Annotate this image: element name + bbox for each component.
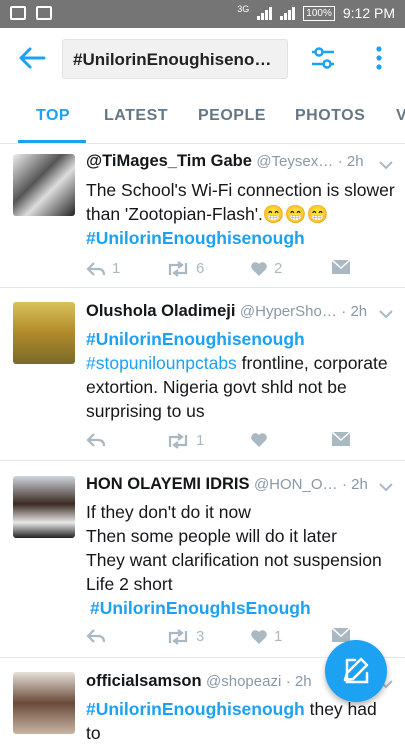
retweet-icon <box>168 432 188 449</box>
heart-icon <box>251 629 267 644</box>
tweet-line: Life 2 short <box>86 574 173 594</box>
author-handle[interactable]: @shopeazi <box>206 673 281 690</box>
tweet-line: Then some people will do it later <box>86 526 337 546</box>
tweet-actions: 3 1 <box>86 628 366 648</box>
image-notification-icon <box>36 6 52 20</box>
envelope-icon <box>332 260 350 274</box>
tweet-time: · 2h <box>341 476 368 493</box>
avatar[interactable] <box>13 302 75 364</box>
retweet-count: 3 <box>196 628 205 645</box>
retweet-button[interactable]: 6 <box>166 260 204 277</box>
tweet-time: · 2h <box>285 673 312 690</box>
like-count: 2 <box>274 260 283 277</box>
tweet-header: Olushola Oladimeji @HyperSho… · 2h <box>86 302 386 321</box>
reply-icon <box>86 629 106 643</box>
clock: 9:12 PM <box>342 5 395 21</box>
like-button[interactable] <box>250 432 274 448</box>
tweet-header: @TiMages_Tim Gabe @Teysex… · 2h <box>86 152 386 171</box>
tweet-body: The School's Wi-Fi connection is slower … <box>86 180 395 224</box>
app-bar: #UnilorinEnoughisenough <box>0 28 405 90</box>
signal-icon <box>257 6 273 20</box>
chevron-down-icon[interactable] <box>379 482 393 492</box>
tweet-time: · 2h <box>337 153 364 170</box>
avatar[interactable] <box>13 476 75 538</box>
reply-button[interactable] <box>86 628 112 644</box>
more-options-icon[interactable] <box>372 45 386 71</box>
tweet-line: If they don't do it now <box>86 502 251 522</box>
envelope-icon <box>332 432 350 446</box>
tweet-actions: 1 6 2 <box>86 260 366 280</box>
tab-latest[interactable]: LATEST <box>104 107 168 125</box>
compose-icon <box>343 657 369 684</box>
reply-icon <box>86 433 106 447</box>
compose-tweet-button[interactable] <box>325 640 387 702</box>
heart-icon <box>251 261 267 276</box>
avatar[interactable] <box>13 154 75 216</box>
tweet-item[interactable]: HON OLAYEMI IDRIS @HON_O… · 2h If they d… <box>0 462 405 658</box>
tab-top[interactable]: TOP <box>36 107 70 125</box>
direct-message-button[interactable] <box>332 432 350 446</box>
network-type: 3G <box>237 4 250 14</box>
tweet-item[interactable]: Olushola Oladimeji @HyperSho… · 2h #Unil… <box>0 289 405 461</box>
reply-button[interactable] <box>86 432 112 448</box>
author-handle[interactable]: @HyperSho… <box>240 303 337 320</box>
search-input[interactable]: #UnilorinEnoughisenough <box>62 39 288 79</box>
retweet-count: 6 <box>196 260 205 277</box>
filter-settings-icon[interactable] <box>310 45 336 71</box>
author-name[interactable]: HON OLAYEMI IDRIS <box>86 475 250 493</box>
tab-people[interactable]: PEOPLE <box>198 107 266 125</box>
avatar[interactable] <box>13 672 75 734</box>
tweet-text: If they don't do it now Then some people… <box>86 500 396 620</box>
author-handle[interactable]: @Teysex… <box>256 153 333 170</box>
like-button[interactable]: 2 <box>250 260 282 277</box>
back-arrow-icon[interactable] <box>18 46 46 70</box>
status-bar: 3G 100% 9:12 PM <box>0 0 405 28</box>
retweet-icon <box>168 260 188 277</box>
chevron-down-icon[interactable] <box>379 309 393 319</box>
author-name[interactable]: @TiMages_Tim Gabe <box>86 152 252 170</box>
retweet-icon <box>168 628 188 645</box>
hashtag-link[interactable]: #UnilorinEnoughisenough <box>86 228 305 248</box>
retweet-button[interactable]: 1 <box>166 432 204 449</box>
author-name[interactable]: Olushola Oladimeji <box>86 302 235 320</box>
tweet-text: #UnilorinEnoughisenough #stopunilounpcta… <box>86 327 396 423</box>
retweet-count: 1 <box>196 432 205 449</box>
battery-icon: 100% <box>303 5 335 21</box>
chevron-down-icon[interactable] <box>379 160 393 170</box>
tweet-item[interactable]: @TiMages_Tim Gabe @Teysex… · 2h The Scho… <box>0 144 405 288</box>
reply-icon <box>86 261 106 276</box>
signal-2-icon <box>280 6 296 20</box>
tweet-header: HON OLAYEMI IDRIS @HON_O… · 2h <box>86 475 386 494</box>
like-button[interactable]: 1 <box>250 628 282 645</box>
tweet-text: The School's Wi-Fi connection is slower … <box>86 178 396 250</box>
tab-bar: TOP LATEST PEOPLE PHOTOS V <box>0 90 405 144</box>
reply-count: 1 <box>112 260 121 277</box>
hashtag-link[interactable]: #stopunilounpctabs <box>86 353 237 373</box>
tweet-actions: 1 <box>86 432 366 452</box>
author-name[interactable]: officialsamson <box>86 672 202 690</box>
hashtag-link[interactable]: #UnilorinEnoughIsEnough <box>86 598 311 618</box>
notification-icon <box>10 6 26 20</box>
reply-button[interactable]: 1 <box>86 260 120 277</box>
hashtag-link[interactable]: #UnilorinEnoughisenough <box>86 699 305 719</box>
tab-videos[interactable]: V <box>396 107 405 125</box>
tweet-line: They want clarification not suspension <box>86 550 382 570</box>
like-count: 1 <box>274 628 283 645</box>
direct-message-button[interactable] <box>332 260 350 274</box>
hashtag-link[interactable]: #UnilorinEnoughisenough <box>86 329 305 349</box>
author-handle[interactable]: @HON_O… <box>254 476 338 493</box>
tab-photos[interactable]: PHOTOS <box>295 107 365 125</box>
tweet-time: · 2h <box>341 303 368 320</box>
heart-icon <box>251 433 267 447</box>
tweet-text: #UnilorinEnoughisenough they had to <box>86 697 396 745</box>
retweet-button[interactable]: 3 <box>166 628 204 645</box>
